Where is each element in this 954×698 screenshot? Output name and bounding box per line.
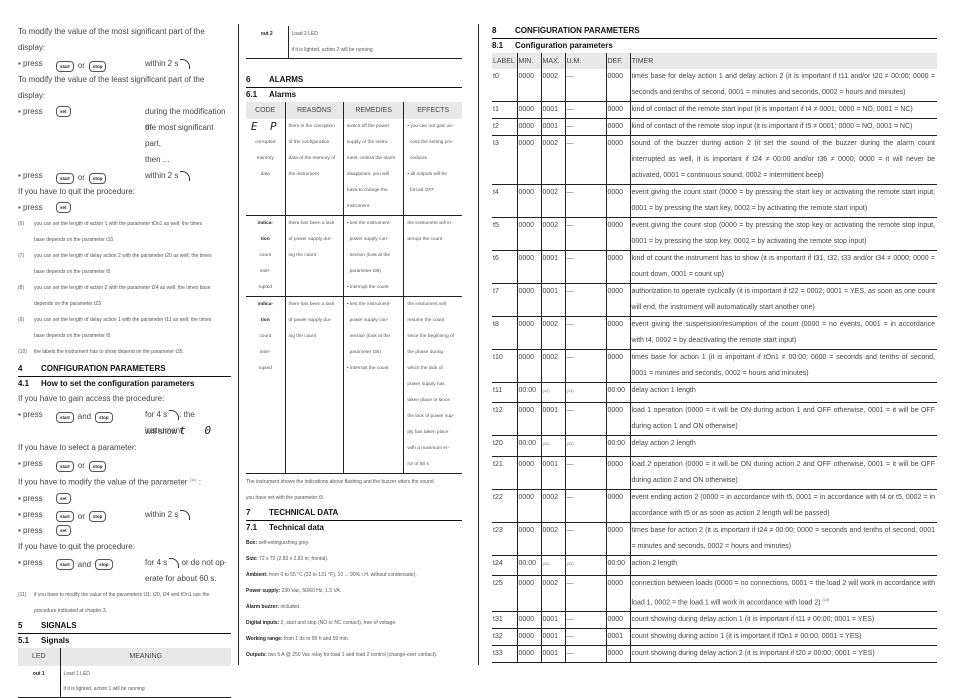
start-key: start bbox=[56, 172, 74, 184]
led-code: out 1 bbox=[18, 665, 61, 682]
tech-spec: Power supply: 230 Vac, 50/60 Hz, 1.5 VA. bbox=[246, 587, 342, 594]
tech-spec: Outputs: two 5 A @ 250 Vac relay for loa… bbox=[246, 651, 438, 658]
tech-spec: Working range: from 1 ds to 99 h and 59 … bbox=[246, 635, 350, 642]
signals-table: LED MEANING out 1 Load 1 LED if it is ligh… bbox=[18, 647, 231, 698]
timer-icon bbox=[180, 509, 191, 520]
param-row: t11 00:00 (12) (13) 00:00 delay action 1 leng… bbox=[492, 382, 937, 404]
param-row: t1 0000 0001—0000 kind of contact of the re… bbox=[492, 101, 937, 119]
set-key: set bbox=[56, 492, 71, 504]
press-row: ▪ press start or stop within 2 s bbox=[18, 56, 231, 72]
press-row: ▪ press start and stop for 4 s: the instru… bbox=[18, 409, 195, 435]
subsection-heading: 5.1 Signals bbox=[18, 632, 231, 648]
press-row: ▪ press set during the modification of bbox=[18, 106, 226, 132]
press-row: ▪ press set bbox=[18, 523, 231, 539]
param-row: t24 00:00 (12) (13) 00:00 action 2 length bbox=[492, 555, 937, 576]
column-left: To modify the value of the most signific… bbox=[18, 24, 231, 698]
param-row: t20 00:00 (12) (13) 00:00 delay action 2 leng… bbox=[492, 435, 937, 457]
param-row: t3 0000 0002—0000 sound of the buzzer durin… bbox=[492, 135, 937, 185]
footnote: (9) you can set the length of delay actio… bbox=[18, 317, 212, 323]
set-key: set bbox=[56, 202, 71, 213]
alarm-row: E Pcorrupted memory data there is the corru… bbox=[246, 118, 462, 216]
param-row: t0 0000 0002—0000 times base for delay acti… bbox=[492, 69, 937, 102]
intro-msp: To modify the value of the most signific… bbox=[18, 27, 205, 52]
timer-icon bbox=[180, 170, 191, 181]
alarm-note: The instrument shows the indications abo… bbox=[246, 478, 434, 501]
stop-key: stop bbox=[95, 411, 113, 423]
param-row: t6 0000 0001—0000 kind of count the instrum… bbox=[492, 250, 937, 284]
param-row: t8 0000 0002—0000 event giving the suspensi… bbox=[492, 316, 937, 350]
start-key: start bbox=[56, 559, 74, 571]
section-heading: 8 CONFIGURATION PARAMETERS bbox=[492, 26, 640, 35]
param-row: t22 0000 0002—0000 event ending action 2 (0… bbox=[492, 489, 937, 523]
param-row: t4 0000 0002—0000 event giving the count st… bbox=[492, 184, 937, 218]
column-divider bbox=[478, 24, 479, 665]
alarm-row: indica-tion count inter-rupted there has be… bbox=[246, 215, 462, 297]
press-row: ▪ press start or stop within 2 s bbox=[18, 507, 231, 523]
stop-key: stop bbox=[88, 511, 107, 523]
alarm-row: indica-tion count inter-rupted there has be… bbox=[246, 296, 462, 474]
set-key: set bbox=[56, 524, 71, 536]
press-row: ▪ press set bbox=[18, 491, 231, 507]
led-code: out 2 bbox=[246, 26, 289, 42]
technical-data: Box: self-extinguishing grey. Size: 72 x … bbox=[246, 535, 462, 663]
param-row: t10 0000 0002—0000 times base for action 1 … bbox=[492, 349, 937, 383]
footnote: (6) you can set the length of action 1 wi… bbox=[18, 221, 203, 227]
subsection-heading: 6.1 Alarms bbox=[246, 86, 462, 102]
param-row: t23 0000 0002—0000 times base for action 2 … bbox=[492, 522, 937, 556]
footnote: (10) the labels the instrument has to sho… bbox=[18, 349, 184, 355]
tech-spec: Alarm buzzer: included. bbox=[246, 603, 301, 610]
param-row: t33 0000 0001—0000 count showing during del… bbox=[492, 645, 937, 664]
subsection-heading: 7.1 Technical data bbox=[246, 519, 462, 535]
config-params-table: LABEL MIN. MAX. U.M. DEF. TIMER t0 0000 0002—00… bbox=[492, 53, 937, 664]
param-row: t5 0000 0002—0000 event giving the count st… bbox=[492, 217, 937, 251]
section-heading: 7 TECHNICAL DATA bbox=[246, 507, 339, 517]
timer-icon bbox=[180, 58, 191, 69]
section-heading: 6 ALARMS bbox=[246, 74, 304, 84]
footnote: (11) if you have to modify the value of t… bbox=[18, 591, 210, 598]
stop-key: stop bbox=[95, 559, 113, 571]
section-heading: 5 SIGNALS bbox=[18, 620, 77, 630]
start-key: start bbox=[56, 511, 74, 523]
footnote: (7) you can set the length of delay actio… bbox=[18, 253, 212, 259]
footnotes: (6) you can set the length of action 1 wi… bbox=[18, 216, 231, 360]
press-row: ▪ press start or stop bbox=[18, 456, 231, 472]
subsection-heading: 8.1 Configuration parameters bbox=[492, 38, 937, 53]
intro-lsp: To modify the value of the least signifi… bbox=[18, 75, 205, 100]
start-key: start bbox=[56, 60, 74, 72]
tech-spec: Digital inputs: 2, start and stop (NO or… bbox=[246, 619, 397, 626]
timer-icon bbox=[169, 557, 180, 568]
alarms-table: CODE REASONS REMEDIES EFFECTS E Pcorrupted m… bbox=[246, 101, 462, 474]
subsection-heading: 4.1 How to set the configuration paramete… bbox=[18, 376, 231, 391]
signals-table: out 2 Load 2 LED if it is lighted, action… bbox=[246, 26, 462, 59]
stop-key: stop bbox=[88, 460, 107, 472]
press-row: ▪ press start and stop for 4 s or do not o… bbox=[18, 557, 227, 571]
column-right: 8 CONFIGURATION PARAMETERS 8.1 Configurati… bbox=[492, 24, 937, 664]
tech-spec: Ambient: from 0 to 55 °C (32 to 131 °F),… bbox=[246, 571, 417, 578]
timer-icon bbox=[169, 409, 180, 420]
param-row: t2 0000 0001—0000 kind of contact of the re… bbox=[492, 118, 937, 136]
start-key: start bbox=[56, 411, 74, 423]
param-row: t21 0000 0001—0000 load 2 operation (0000 =… bbox=[492, 456, 937, 490]
tech-spec: Box: self-extinguishing grey. bbox=[246, 539, 310, 546]
tech-spec: Size: 72 x 72 (2.83 x 2.83 in; frontal). bbox=[246, 555, 329, 562]
press-row: ▪ press start or stop within 2 s bbox=[18, 168, 231, 184]
stop-key: stop bbox=[88, 172, 107, 184]
alarm-code-display: E P bbox=[250, 119, 280, 133]
section-heading: 4 CONFIGURATION PARAMETERS bbox=[18, 364, 166, 373]
param-row: t7 0000 0001—0000 authorization to operate … bbox=[492, 283, 937, 317]
column-divider bbox=[238, 24, 239, 665]
stop-key: stop bbox=[88, 60, 107, 72]
start-key: start bbox=[56, 460, 74, 472]
column-middle: out 2 Load 2 LED if it is lighted, action… bbox=[246, 26, 462, 663]
set-key: set bbox=[56, 106, 71, 117]
param-row: t25 0000 0002—0000 connection between loads… bbox=[492, 575, 937, 613]
footnote: (8) you can set the length of action 2 wi… bbox=[18, 285, 211, 291]
press-row: ▪ press set bbox=[18, 200, 231, 216]
param-row: t31 0000 0001—0000 count showing during del… bbox=[492, 611, 937, 630]
param-row: t32 0000 0001—0001 count showing during act… bbox=[492, 628, 937, 647]
param-row: t12 0000 0001—0000 load 1 operation (0000 =… bbox=[492, 402, 937, 437]
